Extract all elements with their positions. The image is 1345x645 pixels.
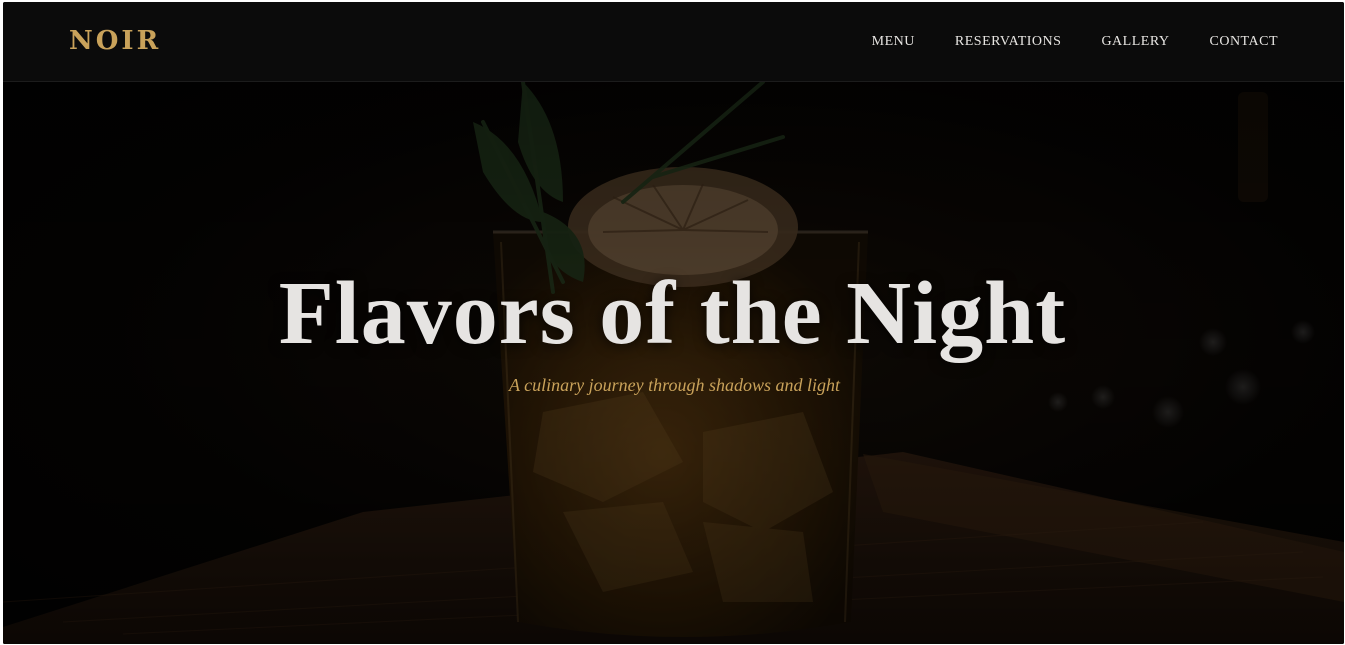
brand-logo[interactable]: NOIR xyxy=(69,26,161,56)
hero-subtitle: A culinary journey through shadows and l… xyxy=(509,375,840,395)
nav-item-reservations[interactable]: RESERVATIONS xyxy=(955,33,1062,51)
nav-item-contact[interactable]: CONTACT xyxy=(1210,33,1279,51)
hero-title: Flavors of the Night xyxy=(278,264,1067,363)
nav-item-menu[interactable]: MENU xyxy=(872,33,915,51)
main-nav: MENU RESERVATIONS GALLERY CONTACT xyxy=(872,33,1278,51)
hero-section: Flavors of the Night A culinary journey … xyxy=(3,82,1344,644)
site-header: NOIR MENU RESERVATIONS GALLERY CONTACT xyxy=(3,2,1344,82)
nav-item-gallery[interactable]: GALLERY xyxy=(1101,33,1169,51)
page-frame: NOIR MENU RESERVATIONS GALLERY CONTACT F… xyxy=(3,2,1344,644)
